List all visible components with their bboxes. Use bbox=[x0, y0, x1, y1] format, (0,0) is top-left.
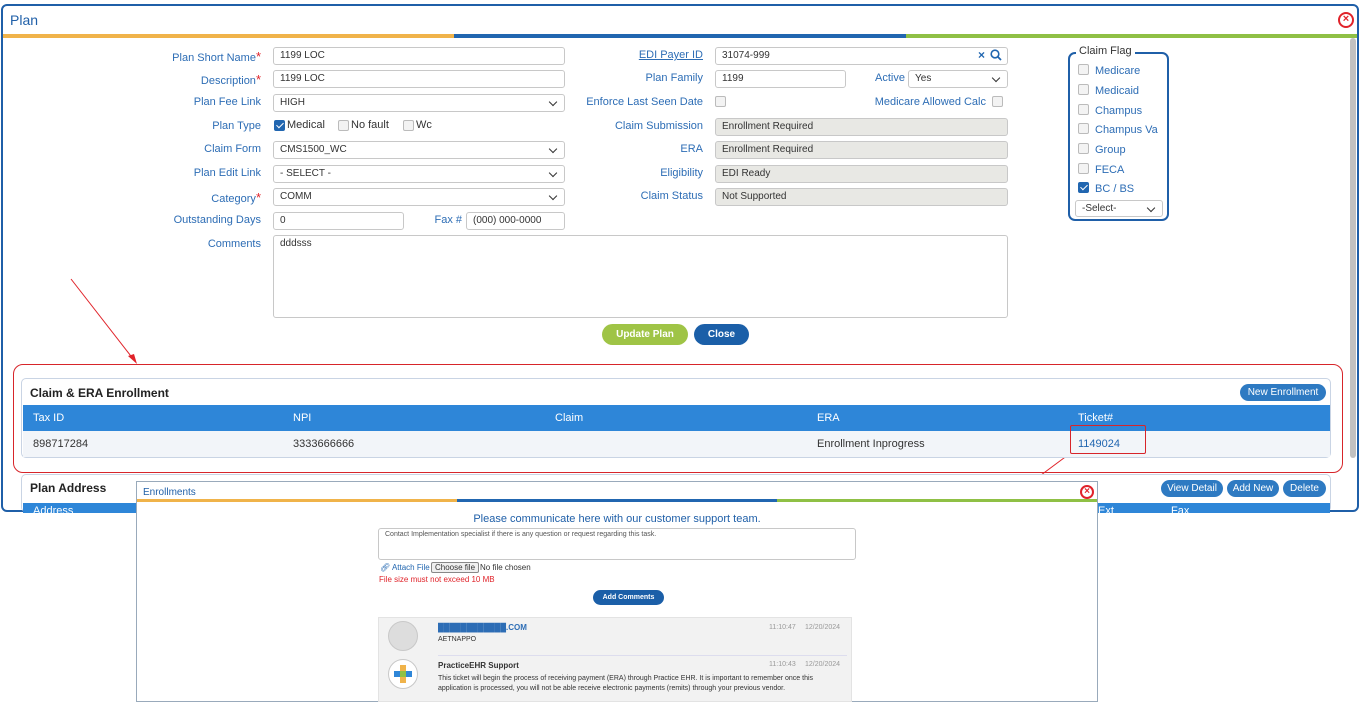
comment-date: 12/20/2024 bbox=[805, 661, 841, 668]
comment-sub: AETNAPPO bbox=[438, 636, 477, 643]
support-logo-icon bbox=[388, 659, 418, 689]
add-comments-button[interactable]: Add Comments bbox=[593, 590, 664, 605]
view-detail-button[interactable]: View Detail bbox=[1161, 480, 1223, 497]
comment-author: ████████████.COM bbox=[438, 623, 527, 632]
support-comment-textarea[interactable]: Contact Implementation specialist if the… bbox=[378, 528, 856, 560]
comment-author: PracticeEHR Support bbox=[438, 661, 519, 670]
attach-file-link[interactable]: 🔗︎ Attach File bbox=[380, 563, 430, 572]
file-size-note: File size must not exceed 10 MB bbox=[379, 575, 495, 584]
new-enrollment-button[interactable]: New Enrollment bbox=[1240, 384, 1326, 401]
comment-date: 12/20/2024 bbox=[805, 624, 841, 631]
modal-heading: Please communicate here with our custome… bbox=[473, 513, 761, 525]
paperclip-icon: 🔗︎ bbox=[380, 563, 391, 572]
add-new-button[interactable]: Add New bbox=[1227, 480, 1279, 497]
choose-file-button[interactable]: Choose file bbox=[431, 562, 480, 573]
ticket-highlight bbox=[1070, 425, 1146, 454]
era-cell: Enrollment Inprogress bbox=[817, 438, 925, 450]
col-tax-id: Tax ID bbox=[33, 412, 65, 424]
col-npi: NPI bbox=[293, 412, 312, 424]
modal-title: Enrollments bbox=[143, 487, 196, 498]
no-file-text: No file chosen bbox=[480, 563, 531, 572]
modal-color-bar bbox=[137, 499, 1097, 502]
avatar bbox=[388, 621, 418, 651]
tax-id-cell: 898717284 bbox=[33, 438, 89, 450]
plan-address-title: Plan Address bbox=[30, 481, 107, 495]
col-claim: Claim bbox=[555, 412, 584, 424]
comment-body: This ticket will begin the process of re… bbox=[438, 675, 814, 692]
col-era: ERA bbox=[817, 412, 840, 424]
npi-cell: 3333666666 bbox=[293, 438, 355, 450]
enrollment-title: Claim & ERA Enrollment bbox=[30, 386, 169, 400]
comment-time: 11:10:43 bbox=[769, 661, 796, 668]
delete-button[interactable]: Delete bbox=[1283, 480, 1326, 497]
modal-close-icon[interactable]: × bbox=[1080, 485, 1094, 499]
col-ticket: Ticket# bbox=[1078, 412, 1114, 424]
comment-time: 11:10:47 bbox=[769, 624, 796, 631]
comment-divider bbox=[438, 655, 847, 656]
scrollbar-thumb[interactable] bbox=[1350, 38, 1356, 458]
